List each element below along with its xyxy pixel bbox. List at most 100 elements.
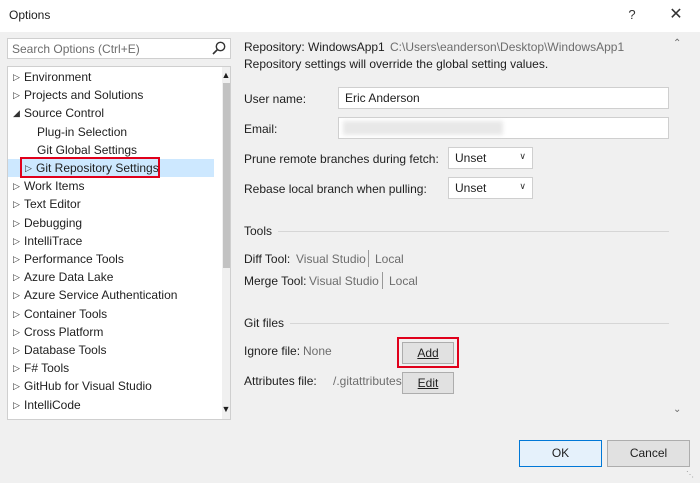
git-files-divider xyxy=(290,323,669,324)
edit-attributes-button[interactable]: Edit xyxy=(402,372,454,394)
tree-scroll-thumb[interactable] xyxy=(223,83,230,268)
scroll-down-icon[interactable]: ▼ xyxy=(220,403,230,415)
ok-button[interactable]: OK xyxy=(519,440,602,467)
attributes-file-value: /.gitattributes xyxy=(333,374,402,388)
expand-arrow-icon[interactable]: ▷ xyxy=(13,396,23,414)
tree-item-label: Debugging xyxy=(24,215,83,230)
close-button[interactable]: ✕ xyxy=(664,4,688,26)
expand-arrow-icon[interactable]: ▷ xyxy=(13,86,23,104)
tree-item-label: Performance Tools xyxy=(24,252,124,266)
tree-item-label: Text Editor xyxy=(24,197,81,212)
tree-item[interactable]: ▷ Database Tools xyxy=(8,341,214,359)
email-label: Email: xyxy=(244,122,278,136)
tree-item[interactable]: ▷ Performance Tools xyxy=(8,250,214,268)
prune-value: Unset xyxy=(455,151,487,165)
expand-arrow-icon[interactable]: ▷ xyxy=(13,195,23,213)
tree-item[interactable]: ▷ Debugging xyxy=(8,214,214,232)
tree-item-label: IntelliTrace xyxy=(24,233,83,248)
tree-item[interactable]: Plug-in Selection xyxy=(8,123,214,141)
ignore-file-value: None xyxy=(303,344,332,358)
tree-item[interactable]: ▷ F# Tools xyxy=(8,359,214,377)
tree-item[interactable]: ▷ Azure Data Lake xyxy=(8,268,214,286)
chevron-down-icon: ∨ xyxy=(519,151,526,161)
tree-item[interactable]: ▷ GitHub for Visual Studio xyxy=(8,377,214,395)
scroll-up-icon[interactable]: ▲ xyxy=(220,69,230,81)
attributes-file-label: Attributes file: xyxy=(244,374,317,388)
prune-dropdown[interactable]: Unset ∨ xyxy=(448,147,533,169)
expand-arrow-icon[interactable]: ▷ xyxy=(13,377,23,395)
merge-tool-visual-studio[interactable]: Visual Studio xyxy=(309,274,379,288)
expand-arrow-icon[interactable]: ▷ xyxy=(13,214,23,232)
merge-tool-label: Merge Tool: xyxy=(244,274,307,288)
merge-tool-local[interactable]: Local xyxy=(389,274,418,288)
expand-arrow-icon[interactable]: ▷ xyxy=(13,305,23,323)
expand-arrow-icon[interactable]: ▷ xyxy=(13,177,23,195)
panel-scroll-down-icon[interactable]: ⌄ xyxy=(673,404,681,415)
tree-item-label: Azure Service Authentication xyxy=(24,288,178,303)
tree-item-label: IntelliCode xyxy=(24,397,81,412)
tree-item-label: Plug-in Selection xyxy=(37,124,128,139)
tree-item[interactable]: ▷ Work Items xyxy=(8,177,214,195)
tree-item[interactable]: ▷ Projects and Solutions xyxy=(8,86,214,104)
expand-arrow-icon[interactable]: ▷ xyxy=(13,359,23,377)
tree-item[interactable]: ▷ IntelliCode xyxy=(8,396,214,414)
email-redacted xyxy=(343,121,503,135)
tree-item-label: Container Tools xyxy=(24,306,108,321)
tools-divider xyxy=(278,231,669,232)
collapse-arrow-icon[interactable]: ◢ xyxy=(13,104,23,122)
expand-arrow-icon[interactable]: ▷ xyxy=(13,323,23,341)
tree-item-label: Work Items xyxy=(24,179,85,194)
cancel-button[interactable]: Cancel xyxy=(607,440,690,467)
tree-item[interactable]: ▷ Text Editor xyxy=(8,195,214,213)
tree-item-label: Projects and Solutions xyxy=(24,88,144,103)
highlight-box-git-repo-settings xyxy=(20,157,160,178)
user-name-input[interactable] xyxy=(339,88,668,108)
tree-item[interactable]: ▷ Cross Platform xyxy=(8,323,214,341)
user-name-label: User name: xyxy=(244,92,307,106)
ignore-file-label: Ignore file: xyxy=(244,344,301,358)
resize-grip-icon[interactable]: ⋱ xyxy=(686,470,694,479)
expand-arrow-icon[interactable]: ▷ xyxy=(13,68,23,86)
diff-tool-separator xyxy=(368,250,369,267)
tree-item-label: Azure Data Lake xyxy=(24,270,114,285)
tools-header: Tools xyxy=(244,224,273,238)
options-tree[interactable]: ▷ Environment ▷ Projects and Solutions ◢ Sour… xyxy=(7,66,231,420)
rebase-value: Unset xyxy=(455,181,487,195)
diff-tool-local[interactable]: Local xyxy=(375,252,404,266)
panel-scroll-up-icon[interactable]: ⌃ xyxy=(673,38,681,49)
tree-item-label: Cross Platform xyxy=(24,324,104,339)
tree-item-label: Database Tools xyxy=(24,343,107,357)
help-button[interactable]: ? xyxy=(620,4,644,26)
expand-arrow-icon[interactable]: ▷ xyxy=(13,268,23,286)
search-box[interactable] xyxy=(7,38,231,59)
tree-item-label: GitHub for Visual Studio xyxy=(24,379,152,394)
tree-item[interactable]: ▷ Azure Service Authentication xyxy=(8,286,214,304)
user-name-field[interactable] xyxy=(338,87,669,109)
search-icon[interactable] xyxy=(211,40,227,56)
tree-item[interactable]: ▷ Container Tools xyxy=(8,305,214,323)
chevron-down-icon: ∨ xyxy=(519,181,526,191)
tree-item[interactable]: ◢ Source Control xyxy=(8,104,214,122)
highlight-box-add-button xyxy=(397,337,459,368)
rebase-dropdown[interactable]: Unset ∨ xyxy=(448,177,533,199)
repository-note: Repository settings will override the gl… xyxy=(244,57,549,71)
email-field[interactable] xyxy=(338,117,669,139)
repository-label: Repository: WindowsApp1 xyxy=(244,40,385,54)
diff-tool-visual-studio[interactable]: Visual Studio xyxy=(296,252,366,266)
tree-item-label: Environment xyxy=(24,70,92,84)
search-input[interactable] xyxy=(12,40,202,57)
tree-item-label: Source Control xyxy=(24,106,105,121)
tree-item[interactable]: ▷ Environment xyxy=(8,68,214,86)
git-files-header: Git files xyxy=(244,316,285,330)
diff-tool-label: Diff Tool: xyxy=(244,252,291,266)
repository-path: C:\Users\eanderson\Desktop\WindowsApp1 xyxy=(390,40,625,54)
window-title: Options xyxy=(9,8,51,22)
tree-item[interactable]: ▷ IntelliTrace xyxy=(8,232,214,250)
expand-arrow-icon[interactable]: ▷ xyxy=(13,250,23,268)
tree-item-label: F# Tools xyxy=(24,361,70,376)
expand-arrow-icon[interactable]: ▷ xyxy=(13,286,23,304)
expand-arrow-icon[interactable]: ▷ xyxy=(13,341,23,359)
prune-label: Prune remote branches during fetch: xyxy=(244,152,439,166)
expand-arrow-icon[interactable]: ▷ xyxy=(13,232,23,250)
title-bar xyxy=(0,0,700,32)
